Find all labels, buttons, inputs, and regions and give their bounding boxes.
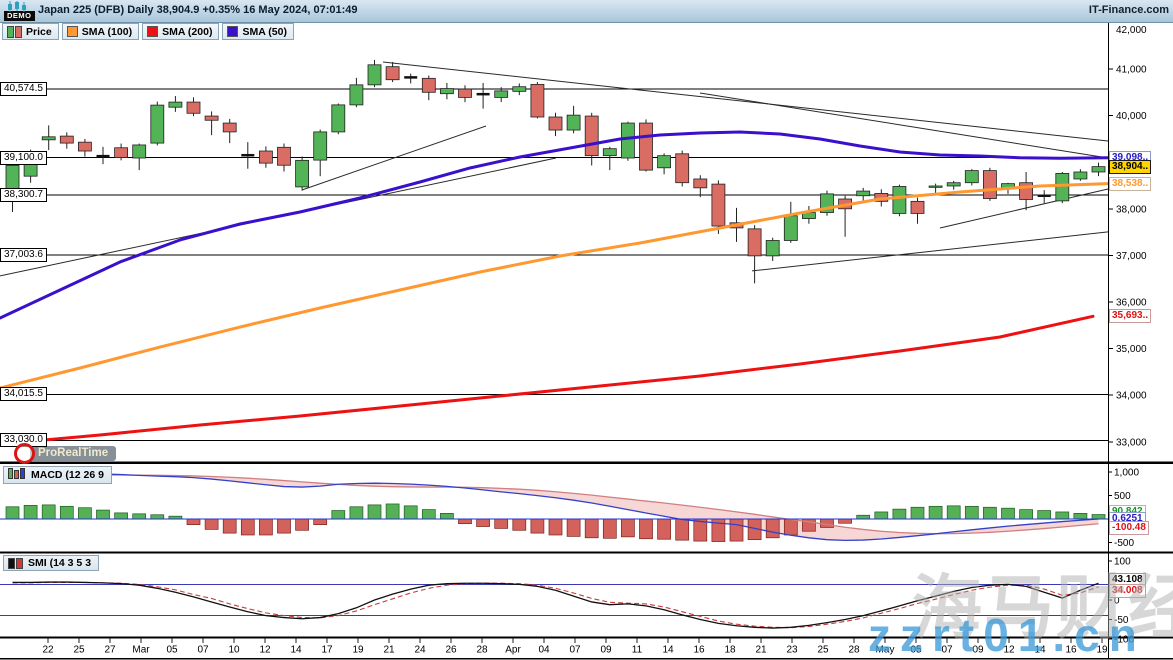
date-axis-label: 09	[972, 645, 984, 656]
date-axis-label: 24	[414, 645, 426, 656]
date-axis-label: 14	[662, 645, 674, 656]
sma-color-swatch	[67, 26, 78, 37]
date-axis-label: Apr	[505, 645, 521, 656]
svg-text:38,000: 38,000	[1116, 204, 1147, 215]
date-axis-label: 27	[104, 645, 116, 656]
current-value-label: 38,538..	[1109, 177, 1151, 191]
prorealtime-watermark: ProRealTime	[30, 446, 116, 461]
price-level-label: 34,015.5	[0, 387, 47, 401]
date-axis-label: 17	[321, 645, 333, 656]
current-value-label: 38,904..	[1109, 160, 1151, 174]
svg-text:40,000: 40,000	[1116, 111, 1147, 122]
brand-label: IT-Finance.com	[1089, 4, 1169, 16]
legend-chip-label: Price	[26, 26, 52, 38]
current-value-label: 35,693..	[1109, 309, 1151, 323]
date-axis-label: 16	[1065, 645, 1077, 656]
price-level-label: 38,300.7	[0, 188, 47, 202]
legend-chip-label: SMA (200)	[162, 26, 212, 38]
smi-legend-label: SMI (14 3 5 3	[28, 557, 91, 569]
legend-bar: Price SMA (100) SMA (200) SMA (50)	[2, 23, 294, 40]
date-axis-label: 19	[1096, 645, 1108, 656]
svg-text:100: 100	[1114, 557, 1131, 568]
title-bar: DEMO Japan 225 (DFB) Daily 38,904.9 +0.3…	[0, 0, 1173, 23]
date-axis-label: 25	[73, 645, 85, 656]
date-axis-label: Mar	[132, 645, 150, 656]
legend-chip-sma-100-[interactable]: SMA (100)	[62, 23, 139, 40]
smi-legend-chip[interactable]: SMI (14 3 5 3	[3, 555, 99, 571]
current-value-label: -100.48	[1109, 521, 1149, 535]
current-value-label: 34.008	[1109, 584, 1146, 598]
svg-text:-500: -500	[1114, 538, 1134, 549]
date-axis-label: 05	[910, 645, 922, 656]
date-axis-label: 21	[755, 645, 767, 656]
svg-text:-50: -50	[1114, 615, 1129, 626]
macd-icon	[8, 468, 26, 482]
legend-chip-label: SMA (50)	[242, 26, 287, 38]
date-axis-label: 07	[197, 645, 209, 656]
svg-text:36,000: 36,000	[1116, 298, 1147, 309]
price-level-label: 39,100.0	[0, 151, 47, 165]
macd-legend-label: MACD (12 26 9	[31, 469, 104, 481]
legend-chip-sma-200-[interactable]: SMA (200)	[142, 23, 219, 40]
date-axis-label: 22	[42, 645, 54, 656]
date-axis-label: 23	[786, 645, 798, 656]
date-axis-label: May	[876, 645, 895, 656]
date-axis-label: 04	[538, 645, 550, 656]
instrument-title: Japan 225 (DFB) Daily 38,904.9 +0.35% 16…	[38, 4, 358, 16]
date-axis-label: 12	[259, 645, 271, 656]
svg-text:-100: -100	[1114, 635, 1134, 646]
legend-chip-sma-50-[interactable]: SMA (50)	[222, 23, 294, 40]
date-axis-label: 07	[569, 645, 581, 656]
date-axis-label: 25	[817, 645, 829, 656]
price-level-label: 37,003.6	[0, 248, 47, 262]
date-axis-label: 14	[290, 645, 302, 656]
price-icon	[7, 26, 22, 38]
smi-icon	[8, 558, 23, 569]
date-axis-label: 21	[383, 645, 395, 656]
date-axis-label: 10	[228, 645, 240, 656]
sma-color-swatch	[227, 26, 238, 37]
date-axis-label: 19	[352, 645, 364, 656]
svg-text:33,000: 33,000	[1116, 437, 1147, 448]
chart-app-window: DEMO Japan 225 (DFB) Daily 38,904.9 +0.3…	[0, 0, 1173, 660]
broker-logo-icon	[14, 443, 35, 464]
date-axis-label: 28	[848, 645, 860, 656]
date-axis-label: 26	[445, 645, 457, 656]
date-axis-label: 16	[693, 645, 705, 656]
svg-text:34,000: 34,000	[1116, 391, 1147, 402]
date-axis-label: 12	[1003, 645, 1015, 656]
sma-color-swatch	[147, 26, 158, 37]
date-axis-label: 14	[1034, 645, 1046, 656]
date-axis-label: 11	[632, 645, 643, 656]
price-level-label: 40,574.5	[0, 82, 47, 96]
date-axis-label: 18	[724, 645, 736, 656]
svg-text:500: 500	[1114, 491, 1131, 502]
svg-text:35,000: 35,000	[1116, 344, 1147, 355]
legend-chip-price[interactable]: Price	[2, 23, 59, 40]
macd-legend-chip[interactable]: MACD (12 26 9	[3, 466, 112, 484]
legend-chip-label: SMA (100)	[82, 26, 132, 38]
chart-plot-area[interactable]: 42,00041,00040,00039,00038,00037,00036,0…	[0, 0, 1173, 660]
date-axis-label: 28	[476, 645, 488, 656]
svg-text:1,000: 1,000	[1114, 468, 1139, 479]
date-axis-label: 09	[600, 645, 612, 656]
demo-badge: DEMO	[4, 11, 35, 21]
svg-text:37,000: 37,000	[1116, 251, 1147, 262]
svg-text:41,000: 41,000	[1116, 65, 1147, 76]
date-axis-label: 07	[941, 645, 953, 656]
svg-text:42,000: 42,000	[1116, 25, 1147, 36]
date-axis-label: 05	[166, 645, 178, 656]
